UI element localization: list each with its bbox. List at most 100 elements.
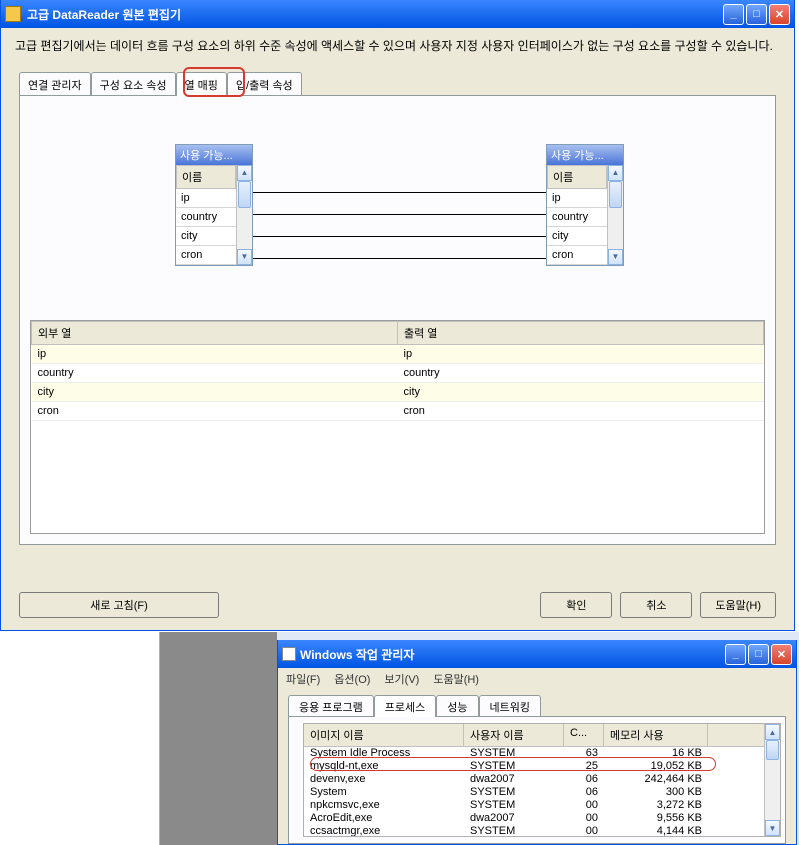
tab-applications[interactable]: 응용 프로그램 <box>288 695 374 717</box>
tab-page: 사용 가능... 이름 ip country city cron ▲ ▼ <box>19 95 776 545</box>
mapping-line[interactable] <box>253 258 546 259</box>
cell-cpu: 06 <box>564 786 604 799</box>
tab-column-mapping[interactable]: 열 매핑 <box>176 72 227 96</box>
process-list[interactable]: 이미지 이름 사용자 이름 C... 메모리 사용 System Idle Pr… <box>303 723 781 837</box>
col-header-cell[interactable]: 이름 <box>547 165 607 189</box>
scroll-up-icon[interactable]: ▲ <box>765 724 780 740</box>
available-output-columns[interactable]: 사용 가능... 이름 ip country city cron ▲ ▼ <box>546 144 624 266</box>
grid-cell[interactable]: ip <box>32 344 398 363</box>
header-image-name[interactable]: 이미지 이름 <box>304 724 464 746</box>
grid-header-external[interactable]: 외부 열 <box>32 321 398 344</box>
menu-view[interactable]: 보기(V) <box>384 671 419 687</box>
process-row[interactable]: mysqld-nt,exeSYSTEM2519,052 KB <box>304 760 764 773</box>
mapping-lines <box>253 144 546 274</box>
cell-user-name: SYSTEM <box>464 825 564 836</box>
grid-cell[interactable]: cron <box>398 401 764 420</box>
grid-cell[interactable]: city <box>32 382 398 401</box>
menu-file[interactable]: 파일(F) <box>286 671 320 687</box>
col-item[interactable]: ip <box>547 189 607 208</box>
scrollbar[interactable]: ▲ ▼ <box>236 165 252 265</box>
titlebar[interactable]: Windows 작업 관리자 _ □ ✕ <box>278 640 796 668</box>
cell-cpu: 00 <box>564 812 604 825</box>
cell-image-name: System Idle Process <box>304 747 464 760</box>
mapping-line[interactable] <box>253 214 546 215</box>
header-memory[interactable]: 메모리 사용 <box>604 724 708 746</box>
cell-image-name: mysqld-nt,exe <box>304 760 464 773</box>
cell-image-name: npkcmsvc,exe <box>304 799 464 812</box>
list-header: 이미지 이름 사용자 이름 C... 메모리 사용 <box>304 724 764 747</box>
menu-bar: 파일(F) 옵션(O) 보기(V) 도움말(H) <box>278 668 796 690</box>
scroll-up-icon[interactable]: ▲ <box>608 165 623 181</box>
col-item[interactable]: cron <box>176 246 236 265</box>
cell-cpu: 06 <box>564 773 604 786</box>
grid-cell[interactable]: cron <box>32 401 398 420</box>
cancel-button[interactable]: 취소 <box>620 592 692 618</box>
scroll-track[interactable] <box>608 181 623 249</box>
app-icon <box>5 6 21 22</box>
scroll-thumb[interactable] <box>609 181 622 208</box>
grid-header-output[interactable]: 출력 열 <box>398 321 764 344</box>
tm-page: 이미지 이름 사용자 이름 C... 메모리 사용 System Idle Pr… <box>288 716 786 844</box>
cell-user-name: dwa2007 <box>464 812 564 825</box>
maximize-button[interactable]: □ <box>746 4 767 25</box>
col-item[interactable]: cron <box>547 246 607 265</box>
mapping-grid[interactable]: 외부 열 출력 열 ipip countrycountry citycity c… <box>30 320 765 534</box>
close-button[interactable]: ✕ <box>771 644 792 665</box>
scroll-down-icon[interactable]: ▼ <box>765 820 780 836</box>
col-item[interactable]: city <box>547 227 607 246</box>
scroll-track[interactable] <box>237 181 252 249</box>
minimize-button[interactable]: _ <box>723 4 744 25</box>
process-row[interactable]: ccsactmgr,exeSYSTEM004,144 KB <box>304 825 764 836</box>
mapping-line[interactable] <box>253 192 546 193</box>
close-button[interactable]: ✕ <box>769 4 790 25</box>
window-title: Windows 작업 관리자 <box>300 646 725 663</box>
grid-cell[interactable]: ip <box>398 344 764 363</box>
available-external-columns[interactable]: 사용 가능... 이름 ip country city cron ▲ ▼ <box>175 144 253 266</box>
mapping-line[interactable] <box>253 236 546 237</box>
tab-performance[interactable]: 성능 <box>436 695 478 717</box>
tab-processes[interactable]: 프로세스 <box>374 695 436 717</box>
scroll-thumb[interactable] <box>238 181 251 208</box>
cell-user-name: dwa2007 <box>464 773 564 786</box>
refresh-button[interactable]: 새로 고침(F) <box>19 592 219 618</box>
task-manager-window: Windows 작업 관리자 _ □ ✕ 파일(F) 옵션(O) 보기(V) 도… <box>277 640 797 845</box>
tab-io-properties[interactable]: 입/출력 속성 <box>227 72 302 96</box>
cell-memory: 300 KB <box>604 786 708 799</box>
tab-networking[interactable]: 네트워킹 <box>479 695 541 717</box>
scrollbar[interactable]: ▲ ▼ <box>607 165 623 265</box>
scroll-thumb[interactable] <box>766 740 779 760</box>
header-cpu[interactable]: C... <box>564 724 604 746</box>
col-item[interactable]: city <box>176 227 236 246</box>
ok-button[interactable]: 확인 <box>540 592 612 618</box>
cell-memory: 9,556 KB <box>604 812 708 825</box>
process-row[interactable]: npkcmsvc,exeSYSTEM003,272 KB <box>304 799 764 812</box>
titlebar[interactable]: 고급 DataReader 원본 편집기 _ □ ✕ <box>1 0 794 28</box>
tab-connection-manager[interactable]: 연결 관리자 <box>19 72 91 96</box>
col-item[interactable]: country <box>176 208 236 227</box>
tab-component-properties[interactable]: 구성 요소 속성 <box>91 72 176 96</box>
grid-cell[interactable]: country <box>398 363 764 382</box>
tm-tab-strip: 응용 프로그램 프로세스 성능 네트워킹 <box>278 694 796 716</box>
process-row[interactable]: System Idle ProcessSYSTEM6316 KB <box>304 747 764 760</box>
scroll-down-icon[interactable]: ▼ <box>608 249 623 265</box>
grid-cell[interactable]: country <box>32 363 398 382</box>
grid-cell[interactable]: city <box>398 382 764 401</box>
process-row[interactable]: SystemSYSTEM06300 KB <box>304 786 764 799</box>
scroll-up-icon[interactable]: ▲ <box>237 165 252 181</box>
process-row[interactable]: devenv,exedwa200706242,464 KB <box>304 773 764 786</box>
scroll-down-icon[interactable]: ▼ <box>237 249 252 265</box>
help-button[interactable]: 도움말(H) <box>700 592 776 618</box>
scroll-track[interactable] <box>765 740 780 820</box>
col-item[interactable]: ip <box>176 189 236 208</box>
minimize-button[interactable]: _ <box>725 644 746 665</box>
process-row[interactable]: AcroEdit,exedwa2007009,556 KB <box>304 812 764 825</box>
menu-options[interactable]: 옵션(O) <box>334 671 370 687</box>
maximize-button[interactable]: □ <box>748 644 769 665</box>
header-user-name[interactable]: 사용자 이름 <box>464 724 564 746</box>
col-item[interactable]: country <box>547 208 607 227</box>
cell-cpu: 00 <box>564 825 604 836</box>
cell-image-name: ccsactmgr,exe <box>304 825 464 836</box>
scrollbar[interactable]: ▲ ▼ <box>764 724 780 836</box>
col-header-cell[interactable]: 이름 <box>176 165 236 189</box>
menu-help[interactable]: 도움말(H) <box>433 671 479 687</box>
